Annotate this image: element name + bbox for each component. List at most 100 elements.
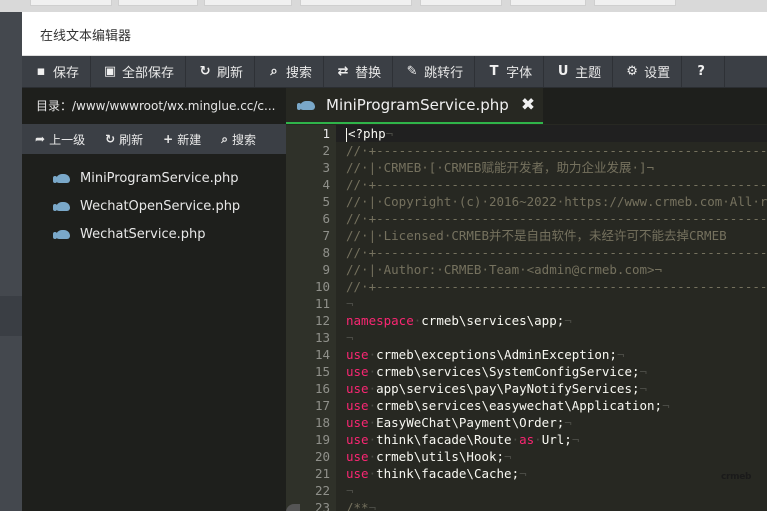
line-number: 6 bbox=[322, 211, 330, 226]
line-number: 11 bbox=[314, 296, 330, 311]
up-arrow-icon: ➦ bbox=[35, 132, 46, 146]
replace-icon: ⇄ bbox=[337, 64, 349, 79]
code-token: as bbox=[519, 432, 535, 447]
code-token: ¬ bbox=[616, 347, 625, 362]
code-token: //·|·Copyright·(c)·2016~2022·https://www… bbox=[346, 194, 767, 209]
directory-path: 目录：/www/wwwroot/wx.minglue.cc/c... bbox=[22, 88, 286, 124]
font-icon: T bbox=[489, 64, 499, 79]
code-token: //·+------------------------------------… bbox=[346, 143, 767, 158]
code-token: //·+------------------------------------… bbox=[346, 211, 767, 226]
file-list-item[interactable]: WechatOpenService.php bbox=[22, 192, 286, 220]
code-line: use·app\services\pay\PayNotifyServices;¬ bbox=[346, 380, 647, 397]
search-icon: ⌕ bbox=[221, 131, 228, 146]
php-file-icon bbox=[53, 173, 70, 183]
code-token: ¬ bbox=[519, 466, 527, 481]
toolbar-button-save[interactable]: ▪ 保存 bbox=[22, 56, 92, 87]
code-token: ¬ bbox=[639, 364, 648, 379]
code-token: · bbox=[511, 432, 520, 447]
search-icon: ⌕ bbox=[270, 64, 278, 79]
file-list-item[interactable]: MiniProgramService.php bbox=[22, 164, 286, 192]
code-token: ¬ bbox=[346, 330, 354, 345]
code-line: //·+------------------------------------… bbox=[346, 142, 767, 159]
code-token: · bbox=[368, 415, 377, 430]
code-line: <?php¬ bbox=[346, 125, 393, 142]
toolbar-button-label: 全部保存 bbox=[122, 66, 175, 81]
toolbar-button-goto-line[interactable]: ✎ 跳转行 bbox=[393, 56, 476, 87]
code-token: ¬ bbox=[564, 415, 572, 430]
toolbar-button-replace[interactable]: ⇄ 替换 bbox=[324, 56, 394, 87]
theme-icon: U bbox=[557, 64, 569, 79]
code-line: ¬ bbox=[346, 482, 354, 499]
code-line: /**¬ bbox=[346, 499, 376, 511]
code-token: use bbox=[346, 466, 369, 481]
line-number: 15 bbox=[314, 364, 330, 379]
line-number-gutter: 1 2 3 4 5 6 7 8 9 10 11 12 13 14 15 16 17 18 19 20 21 22 23 bbox=[286, 125, 336, 511]
line-number: 16 bbox=[314, 381, 330, 396]
code-token: · bbox=[368, 364, 377, 379]
plus-icon: + bbox=[163, 132, 174, 146]
background-tab bbox=[204, 0, 292, 6]
code-token: use bbox=[346, 381, 369, 396]
line-number: 22 bbox=[314, 483, 330, 498]
code-token: ¬ bbox=[662, 398, 670, 413]
toolbar-button-theme[interactable]: U 主题 bbox=[544, 56, 614, 87]
sidebar-action-label: 新建 bbox=[177, 132, 202, 147]
toolbar-button-gear[interactable]: ⚙ 设置 bbox=[613, 56, 683, 87]
file-name: MiniProgramService.php bbox=[80, 170, 239, 186]
toolbar-button-refresh[interactable]: ↻ 刷新 bbox=[186, 56, 256, 87]
line-number: 10 bbox=[314, 279, 330, 294]
code-token: app\services\pay\PayNotifyServices; bbox=[376, 381, 640, 396]
code-token: ¬ bbox=[385, 126, 394, 141]
sidebar-action-plus[interactable]: + 新建 bbox=[150, 124, 208, 154]
code-line: namespace·crmeb\services\app;¬ bbox=[346, 312, 572, 329]
code-token: use bbox=[346, 415, 369, 430]
code-line: //·|·Author:·CRMEB·Team·<admin@crmeb.com… bbox=[346, 261, 662, 278]
code-token: use bbox=[346, 364, 369, 379]
sidebar-action-refresh[interactable]: ↻ 刷新 bbox=[92, 124, 150, 154]
line-number: 7 bbox=[322, 228, 330, 243]
sidebar-action-search[interactable]: ⌕ 搜索 bbox=[208, 124, 263, 154]
file-name: WechatOpenService.php bbox=[80, 198, 241, 214]
toolbar-button-font[interactable]: T 字体 bbox=[475, 56, 545, 87]
code-token: ¬ bbox=[346, 296, 354, 311]
active-line-highlight bbox=[336, 125, 767, 142]
line-number: 1 bbox=[322, 126, 330, 141]
toolbar-button-save-all[interactable]: ▣ 全部保存 bbox=[91, 56, 187, 87]
code-editor[interactable]: <?php¬//·+------------------------------… bbox=[336, 125, 767, 511]
code-token: crmeb\services\SystemConfigService; bbox=[376, 364, 640, 379]
close-icon[interactable]: ✖ bbox=[521, 95, 535, 115]
line-number: 8 bbox=[322, 245, 330, 260]
code-line: //·+------------------------------------… bbox=[346, 278, 767, 295]
scrollbar-handle[interactable] bbox=[286, 504, 300, 511]
code-line: //·+------------------------------------… bbox=[346, 244, 767, 261]
help-icon: ? bbox=[697, 64, 705, 79]
code-token: crmeb\services\app; bbox=[421, 313, 565, 328]
code-line: use·crmeb\services\SystemConfigService;¬ bbox=[346, 363, 647, 380]
code-line: ¬ bbox=[346, 329, 354, 346]
line-number: 21 bbox=[314, 466, 330, 481]
code-token: use bbox=[346, 449, 369, 464]
tab-miniprogramservice[interactable]: MiniProgramService.php ✖ bbox=[286, 88, 543, 124]
code-token: Url; bbox=[541, 432, 572, 447]
code-token: crmeb\utils\Hook; bbox=[376, 449, 505, 464]
save-icon: ▪ bbox=[36, 64, 46, 79]
code-token: think\facade\Route bbox=[376, 432, 512, 447]
background-tab bbox=[300, 0, 412, 6]
code-token: use bbox=[346, 398, 369, 413]
code-token: · bbox=[368, 432, 377, 447]
line-number: 5 bbox=[322, 194, 330, 209]
sidebar-action-label: 刷新 bbox=[119, 132, 144, 147]
sidebar-action-up-arrow[interactable]: ➦ 上一级 bbox=[22, 124, 92, 154]
code-line: ¬ bbox=[346, 295, 354, 312]
code-line: use·crmeb\utils\Hook;¬ bbox=[346, 448, 512, 465]
toolbar-button-search[interactable]: ⌕ 搜索 bbox=[255, 56, 325, 87]
toolbar-button-label: 搜索 bbox=[286, 66, 313, 81]
file-name: WechatService.php bbox=[80, 226, 206, 242]
code-line: use·think\facade\Cache;¬ bbox=[346, 465, 527, 482]
toolbar-button-help[interactable]: ? bbox=[682, 56, 726, 87]
code-token: ¬ bbox=[639, 381, 648, 396]
sidebar-action-label: 上一级 bbox=[49, 132, 86, 147]
file-list-item[interactable]: WechatService.php bbox=[22, 220, 286, 248]
refresh-icon: ↻ bbox=[105, 132, 116, 146]
code-token: · bbox=[368, 347, 377, 362]
